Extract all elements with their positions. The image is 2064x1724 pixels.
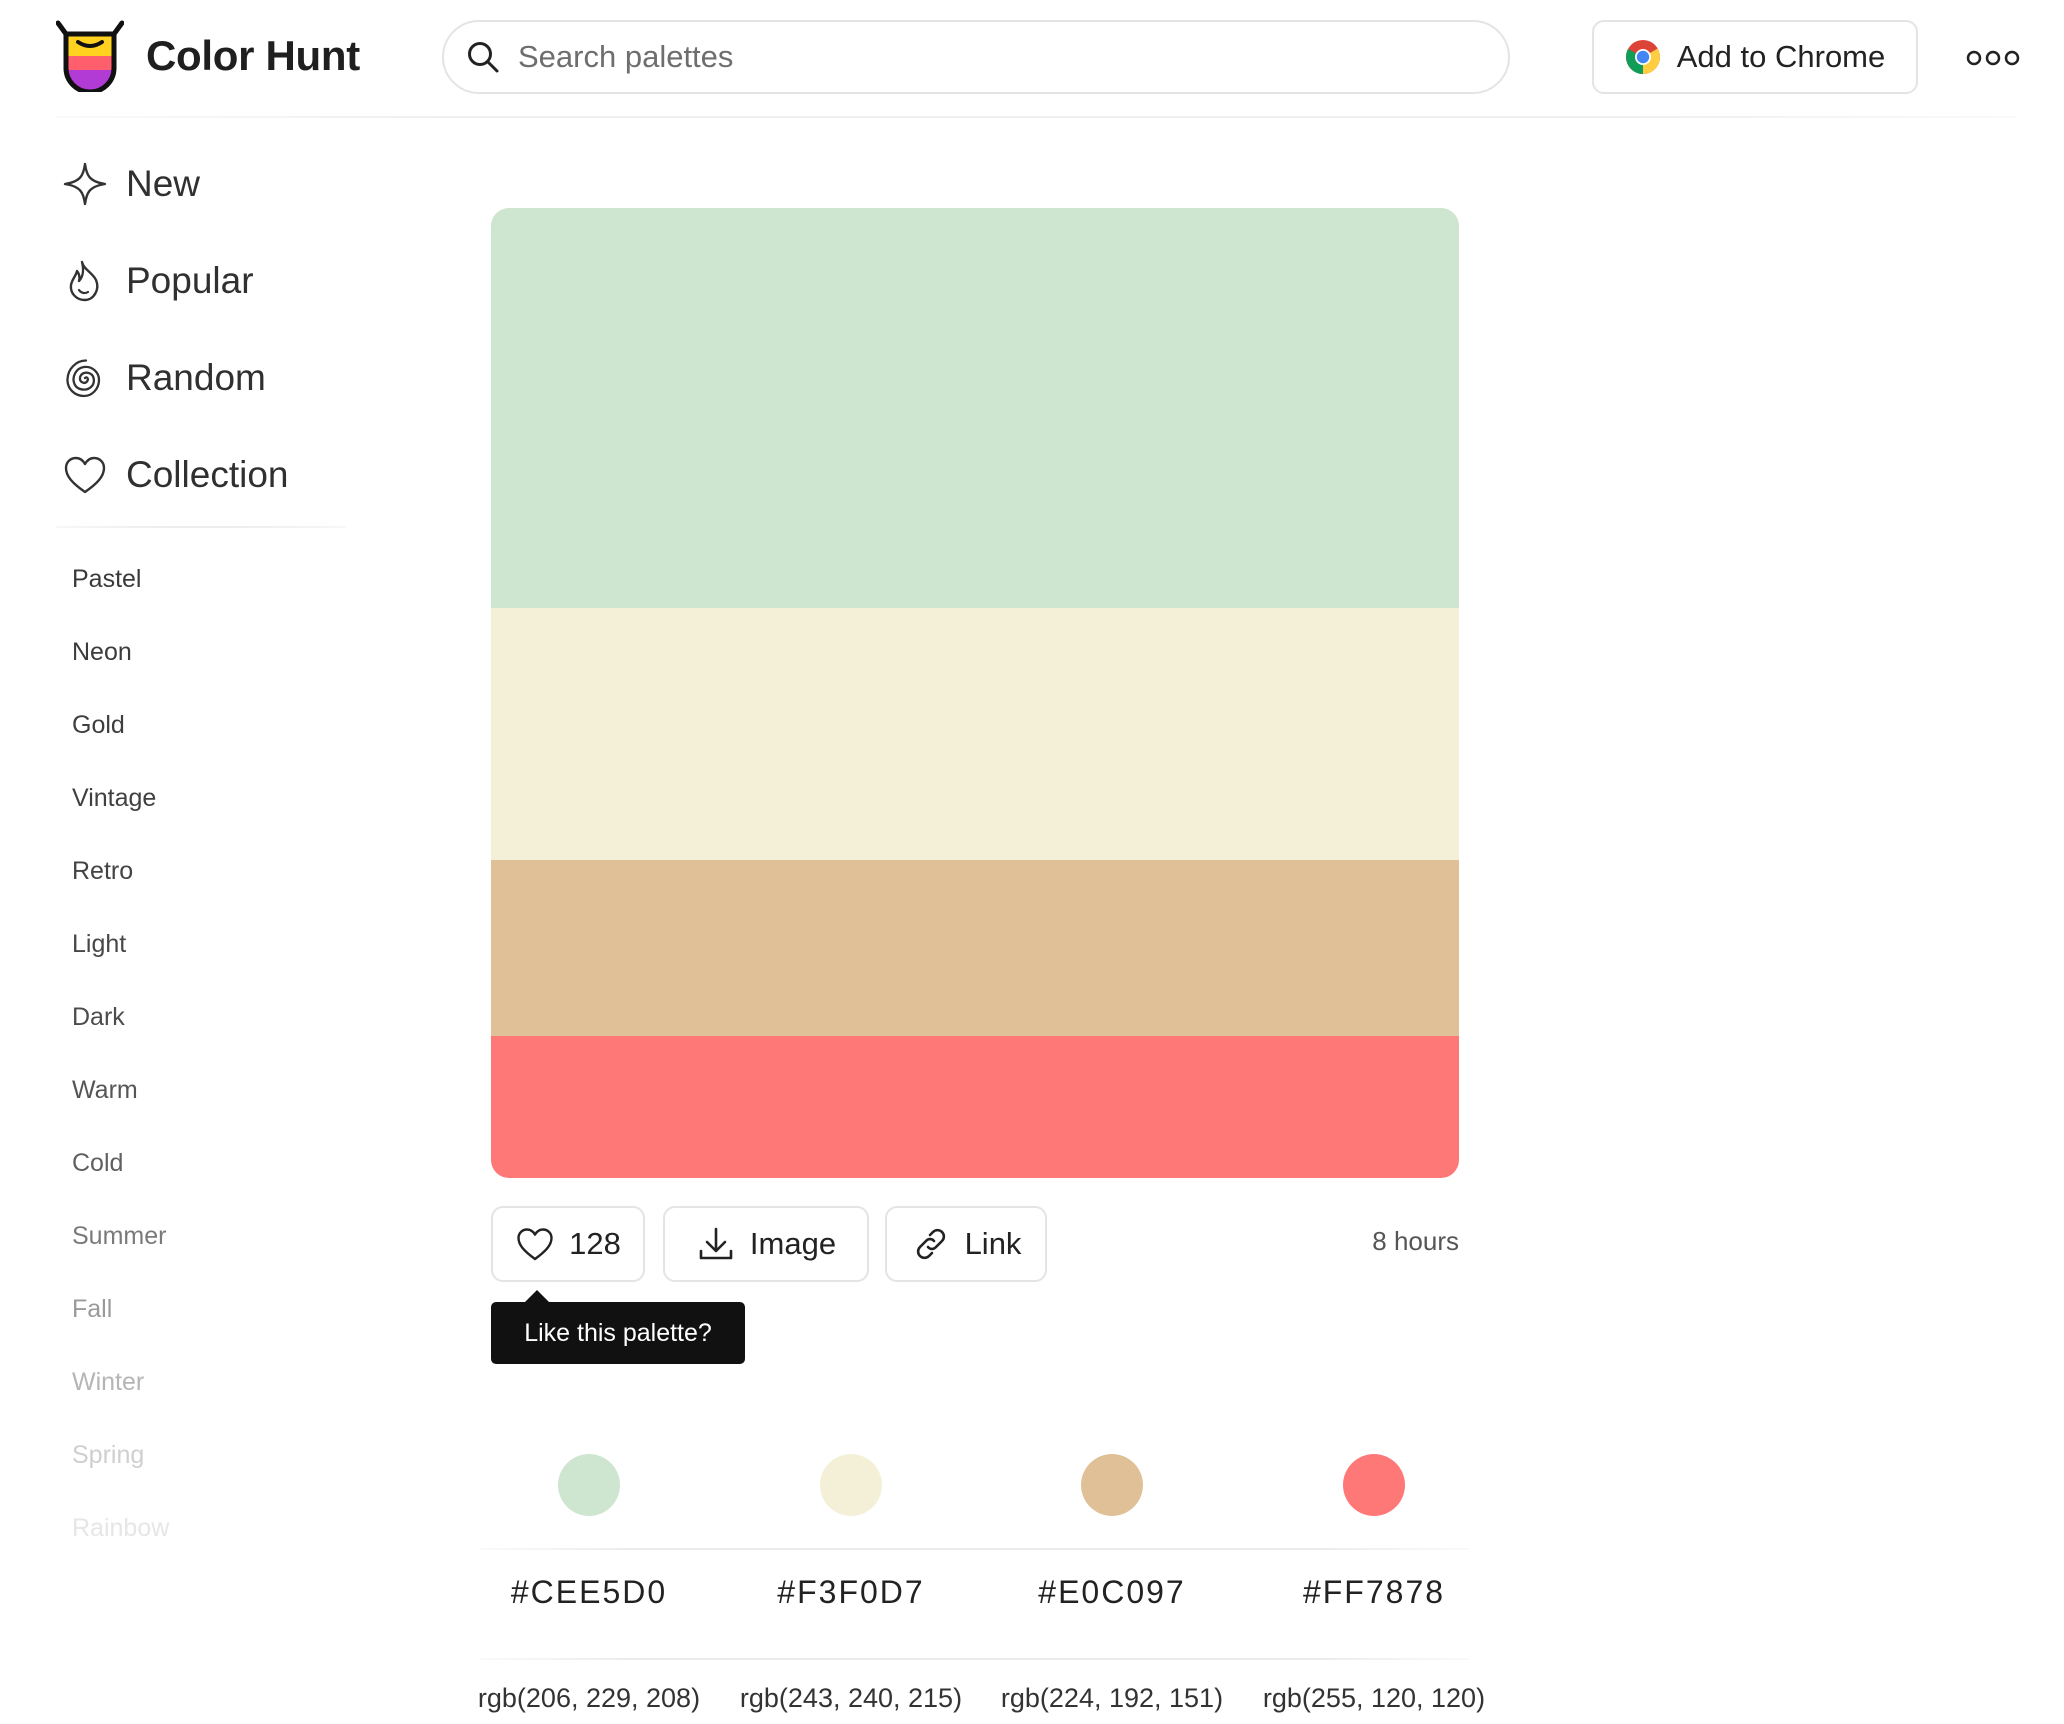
nav-popular-label: Popular	[126, 260, 254, 301]
chrome-icon	[1625, 40, 1660, 74]
like-tooltip: Like this palette?	[491, 1290, 745, 1364]
heart-icon	[64, 456, 106, 494]
tag-retro[interactable]: Retro	[72, 857, 133, 886]
tag-winter[interactable]: Winter	[72, 1368, 144, 1397]
palette-swatch-2[interactable]	[491, 608, 1459, 860]
tag-vintage[interactable]: Vintage	[72, 784, 156, 813]
hex-value-2[interactable]: #F3F0D7	[722, 1574, 980, 1611]
header: Color Hunt Add to Chrome	[0, 0, 2064, 118]
tag-dark[interactable]: Dark	[72, 1003, 125, 1032]
link-label: Link	[964, 1226, 1022, 1261]
tag-fall[interactable]: Fall	[72, 1295, 112, 1324]
color-dot-item	[722, 1454, 980, 1516]
palette-swatch-1[interactable]	[491, 208, 1459, 608]
tag-warm[interactable]: Warm	[72, 1076, 138, 1105]
rgb-value-4[interactable]: rgb(255, 120, 120)	[1245, 1683, 1503, 1714]
logo[interactable]: Color Hunt	[56, 20, 360, 92]
more-options-icon[interactable]	[1966, 38, 2020, 78]
spiral-icon	[66, 359, 101, 398]
image-label: Image	[749, 1226, 837, 1261]
color-dot-1[interactable]	[558, 1454, 620, 1516]
download-icon	[699, 1227, 733, 1260]
flame-icon	[69, 260, 99, 302]
tag-gold[interactable]: Gold	[72, 711, 125, 740]
search-input[interactable]	[516, 38, 1420, 76]
rgb-value-3[interactable]: rgb(224, 192, 151)	[983, 1683, 1241, 1714]
add-to-chrome-button[interactable]: Add to Chrome	[1592, 20, 1918, 94]
rgb-value-1[interactable]: rgb(206, 229, 208)	[460, 1683, 718, 1714]
hex-value-3[interactable]: #E0C097	[983, 1574, 1241, 1611]
color-dot-3[interactable]	[1081, 1454, 1143, 1516]
details-divider	[480, 1548, 1470, 1550]
nav-random-label: Random	[126, 357, 266, 398]
sidebar-divider	[56, 526, 346, 528]
download-image-button[interactable]: Image	[663, 1206, 869, 1282]
color-dot-4[interactable]	[1343, 1454, 1405, 1516]
palette-swatch-4[interactable]	[491, 1036, 1459, 1178]
logo-text: Color Hunt	[146, 32, 360, 79]
nav-collection[interactable]: Collection	[62, 452, 288, 498]
color-dot-2[interactable]	[820, 1454, 882, 1516]
hex-value-4[interactable]: #FF7878	[1245, 1574, 1503, 1611]
like-button[interactable]: 128	[491, 1206, 645, 1282]
link-icon	[916, 1228, 945, 1260]
nav-new-label: New	[126, 163, 201, 204]
tag-pastel[interactable]: Pastel	[72, 565, 141, 594]
palette-swatch-3[interactable]	[491, 860, 1459, 1036]
like-count: 128	[569, 1226, 621, 1261]
palette-card[interactable]	[491, 208, 1459, 1178]
add-to-chrome-label: Add to Chrome	[1676, 39, 1886, 74]
header-divider	[56, 116, 2016, 118]
palette-actions: 128 Image Link 8 hours	[491, 1206, 1459, 1282]
tag-cold[interactable]: Cold	[72, 1149, 123, 1178]
tag-spring[interactable]: Spring	[72, 1441, 144, 1470]
tag-neon[interactable]: Neon	[72, 638, 132, 667]
tag-summer[interactable]: Summer	[72, 1222, 166, 1251]
copy-link-button[interactable]: Link	[885, 1206, 1047, 1282]
tag-light[interactable]: Light	[72, 930, 126, 959]
sparkle-icon	[63, 162, 107, 206]
rgb-value-2[interactable]: rgb(243, 240, 215)	[722, 1683, 980, 1714]
color-dot-item	[983, 1454, 1241, 1516]
search-icon	[468, 42, 499, 73]
nav-collection-label: Collection	[126, 454, 289, 495]
palette-age: 8 hours	[1372, 1226, 1459, 1256]
nav-popular[interactable]: Popular	[62, 258, 254, 304]
heart-icon	[517, 1228, 553, 1261]
nav-random[interactable]: Random	[62, 355, 266, 401]
search-bar[interactable]	[442, 20, 1510, 94]
hex-value-1[interactable]: #CEE5D0	[460, 1574, 718, 1611]
color-dot-item	[1245, 1454, 1503, 1516]
color-hunt-logo-icon	[56, 20, 124, 92]
nav-new[interactable]: New	[62, 161, 200, 207]
color-dot-item	[460, 1454, 718, 1516]
tag-rainbow[interactable]: Rainbow	[72, 1514, 169, 1543]
details-divider	[480, 1658, 1470, 1660]
